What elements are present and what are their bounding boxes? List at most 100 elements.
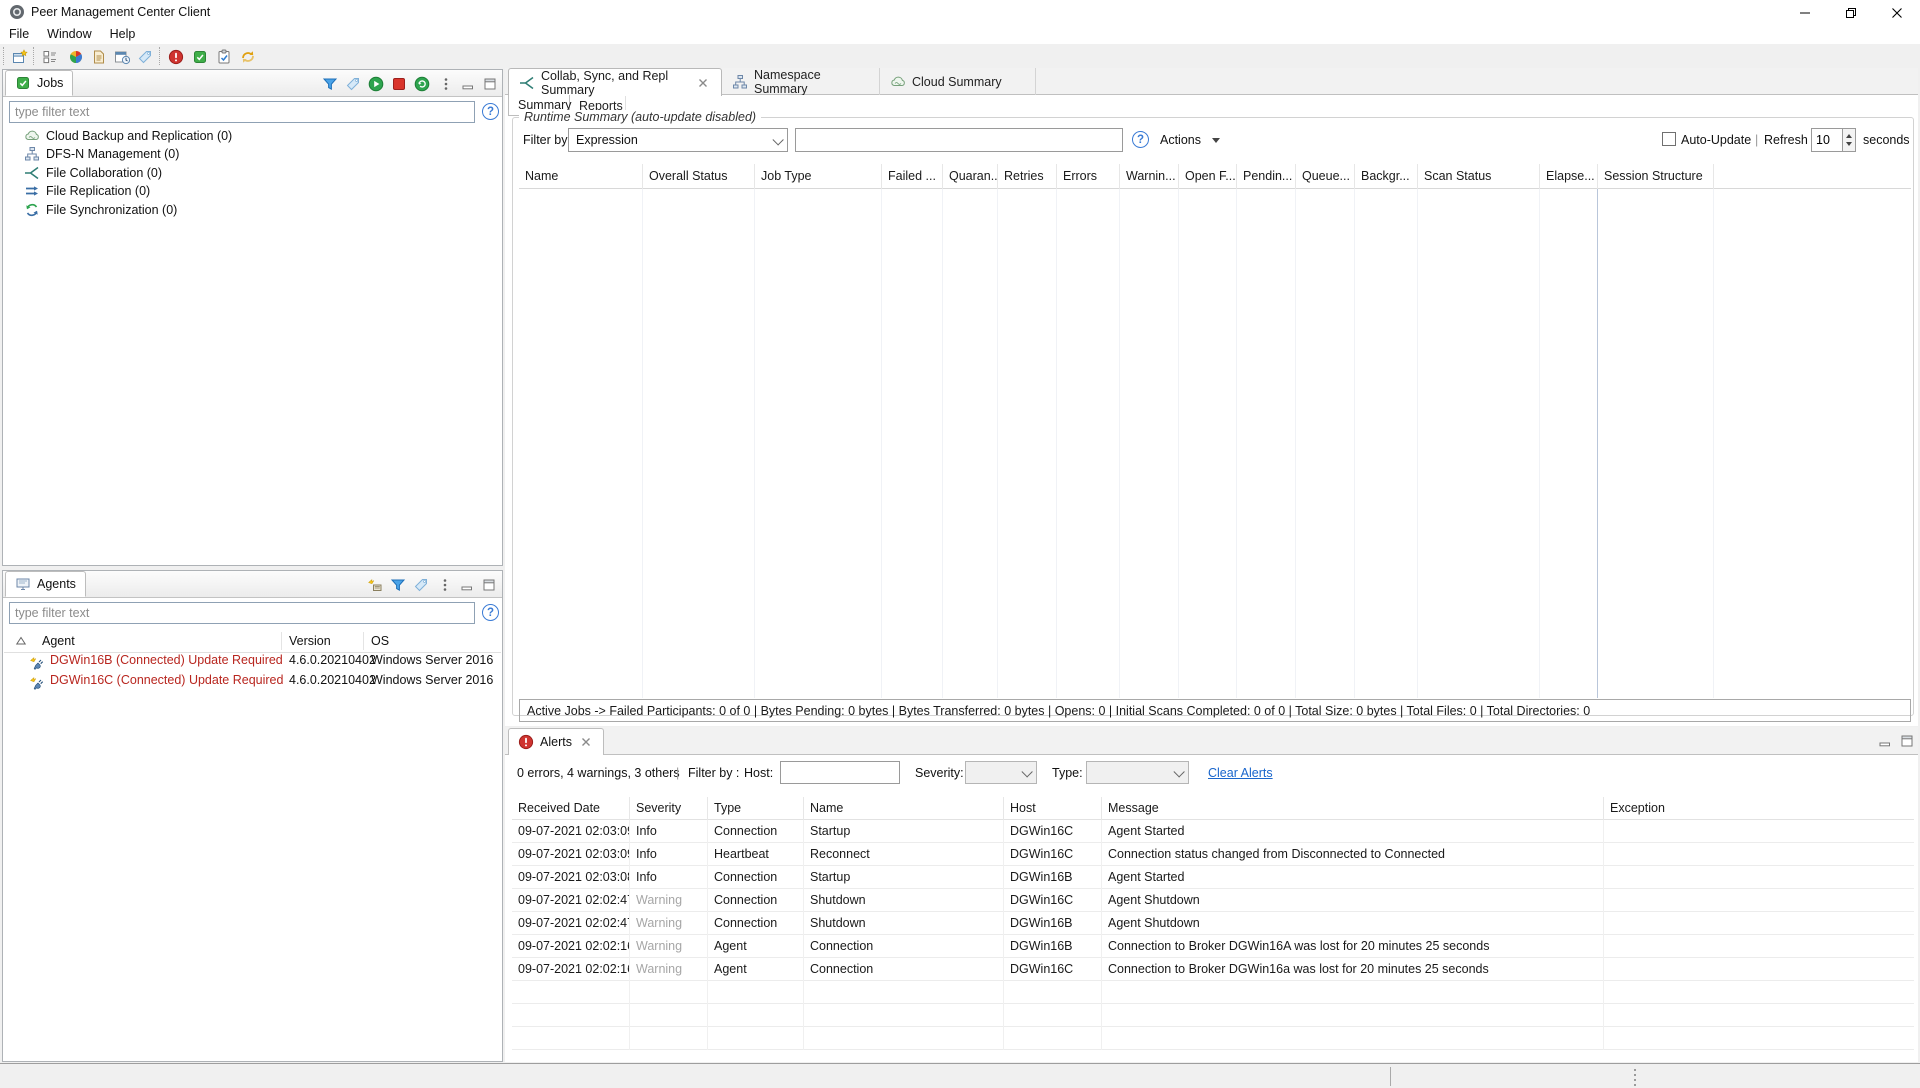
jobs-tree-item[interactable]: DFS-N Management (0) [3,145,502,164]
summary-col-scan-status[interactable]: Scan Status [1418,164,1540,189]
summary-col-job-type[interactable]: Job Type [755,164,882,189]
type-combo[interactable] [1086,761,1189,784]
editor-tab-3[interactable]: Cloud Summary [880,68,1036,95]
agents-filter-help-icon[interactable]: ? [482,604,499,621]
summary-col-failed[interactable]: Failed ... [882,164,943,189]
maximize-view-icon[interactable] [480,74,499,93]
summary-col-overall-status[interactable]: Overall Status [643,164,755,189]
alerts-col-exception[interactable]: Exception [1604,797,1914,820]
filter-agents-icon[interactable] [388,575,407,594]
alert-row[interactable]: 09-07-2021 02:03:09InfoHeartbeatReconnec… [512,843,1914,866]
summary-col-session-structure[interactable]: Session Structure [1598,164,1714,189]
new-job-wizard-icon[interactable] [10,47,30,67]
alerts-col-host[interactable]: Host [1004,797,1102,820]
alerts-col-name[interactable]: Name [804,797,1004,820]
summary-col-errors[interactable]: Errors [1057,164,1120,189]
alerts-col-type[interactable]: Type [708,797,804,820]
jobs-tree-item[interactable]: File Collaboration (0) [3,163,502,182]
drag-handle-icon[interactable] [1633,1068,1637,1086]
editor-tab-2[interactable]: Namespace Summary [722,68,880,95]
agents-filter-input[interactable] [9,602,475,624]
file-replication-icon [24,183,40,199]
jobs-tree-item[interactable]: Cloud Backup and Replication (0) [3,126,502,145]
alert-row[interactable]: 09-07-2021 02:03:09InfoConnectionStartup… [512,820,1914,843]
minimize-view-icon[interactable] [458,74,477,93]
host-filter-input[interactable] [780,761,900,784]
tag-filter-icon[interactable] [411,575,430,594]
menu-window[interactable]: Window [38,25,100,44]
alert-row[interactable]: 09-07-2021 02:02:16WarningAgentConnectio… [512,958,1914,981]
menu-help[interactable]: Help [101,25,145,44]
window-restore-button[interactable] [1828,0,1874,25]
refresh-spinner[interactable] [1843,128,1856,152]
view-menu-icon[interactable] [436,74,455,93]
window-close-button[interactable] [1874,0,1920,25]
stop-job-icon[interactable] [389,74,408,93]
summary-col-retries[interactable]: Retries [998,164,1057,189]
clear-alerts-link[interactable]: Clear Alerts [1208,766,1273,780]
alert-cell-exception [1604,1027,1914,1050]
jobs-tree-item[interactable]: File Replication (0) [3,182,502,201]
agents-view-icon[interactable] [190,47,210,67]
maximize-view-icon[interactable] [479,575,498,594]
minimize-view-icon[interactable] [457,575,476,594]
filter-help-icon[interactable]: ? [1132,131,1149,148]
summary-col-pendin[interactable]: Pendin... [1237,164,1296,189]
jobs-tree-item[interactable]: File Synchronization (0) [3,200,502,219]
sort-ascending-icon[interactable] [13,633,29,649]
jobs-filter-input[interactable] [9,101,475,123]
agent-name: DGWin16C (Connected) Update Required [50,673,283,687]
jobs-filter-help-icon[interactable]: ? [482,103,499,120]
summary-col-backgr[interactable]: Backgr... [1355,164,1418,189]
alert-row[interactable]: 09-07-2021 02:03:08InfoConnectionStartup… [512,866,1914,889]
window-minimize-button[interactable] [1782,0,1828,25]
actions-menu-button[interactable]: Actions [1160,133,1201,147]
minimize-view-button[interactable] [1875,731,1894,750]
schedule-icon[interactable] [112,47,132,67]
transfer-refresh-icon[interactable] [238,47,258,67]
summary-col-queue[interactable]: Queue... [1296,164,1355,189]
reports-icon[interactable] [89,47,109,67]
agents-col-version[interactable]: Version [289,634,331,648]
maximize-view-button[interactable] [1897,731,1916,750]
show-views-icon[interactable] [40,47,60,67]
tab-close-icon[interactable] [578,734,594,750]
editor-tab-1[interactable]: Collab, Sync, and Repl Summary [508,68,722,96]
agents-view-tab[interactable]: Agents [5,571,86,597]
alerts-col-received-date[interactable]: Received Date [512,797,630,820]
tasks-view-icon[interactable] [214,47,234,67]
restart-job-icon[interactable] [412,74,431,93]
refresh-interval-input[interactable] [1811,128,1843,152]
tag-filter-icon[interactable] [343,74,362,93]
menu-file[interactable]: File [0,25,38,44]
alerts-view-tab[interactable]: Alerts [508,728,604,755]
agent-row[interactable]: DGWin16C (Connected) Update Required4.6.… [4,673,501,693]
severity-combo[interactable] [965,761,1037,784]
auto-update-checkbox[interactable] [1662,132,1676,146]
summary-col-open-f[interactable]: Open F... [1179,164,1237,189]
filter-expression-input[interactable] [795,128,1123,152]
summary-col-name[interactable]: Name [519,164,643,189]
alert-row[interactable]: 09-07-2021 02:02:47WarningConnectionShut… [512,889,1914,912]
jobs-view-tab[interactable]: Jobs [5,70,73,96]
agent-row[interactable]: DGWin16B (Connected) Update Required4.6.… [4,653,501,673]
update-agents-icon[interactable] [365,575,384,594]
summary-col-elapse[interactable]: Elapse... [1540,164,1598,189]
filter-jobs-icon[interactable] [320,74,339,93]
dashboard-icon[interactable] [66,47,86,67]
alerts-col-message[interactable]: Message [1102,797,1604,820]
alert-row[interactable]: 09-07-2021 02:02:16WarningAgentConnectio… [512,935,1914,958]
summary-col-warnin[interactable]: Warnin... [1120,164,1179,189]
start-job-icon[interactable] [366,74,385,93]
tab-close-icon[interactable] [695,75,711,91]
alerts-col-severity[interactable]: Severity [630,797,708,820]
agents-col-os[interactable]: OS [371,634,389,648]
alert-row[interactable]: 09-07-2021 02:02:47WarningConnectionShut… [512,912,1914,935]
alerts-view-icon[interactable] [166,47,186,67]
agents-col-agent[interactable]: Agent [42,634,75,648]
severity-label: Severity: [915,766,964,780]
view-menu-icon[interactable] [435,575,454,594]
filter-type-combo[interactable]: Expression [568,128,788,152]
summary-col-quaran[interactable]: Quaran... [943,164,998,189]
tags-icon[interactable] [135,47,155,67]
